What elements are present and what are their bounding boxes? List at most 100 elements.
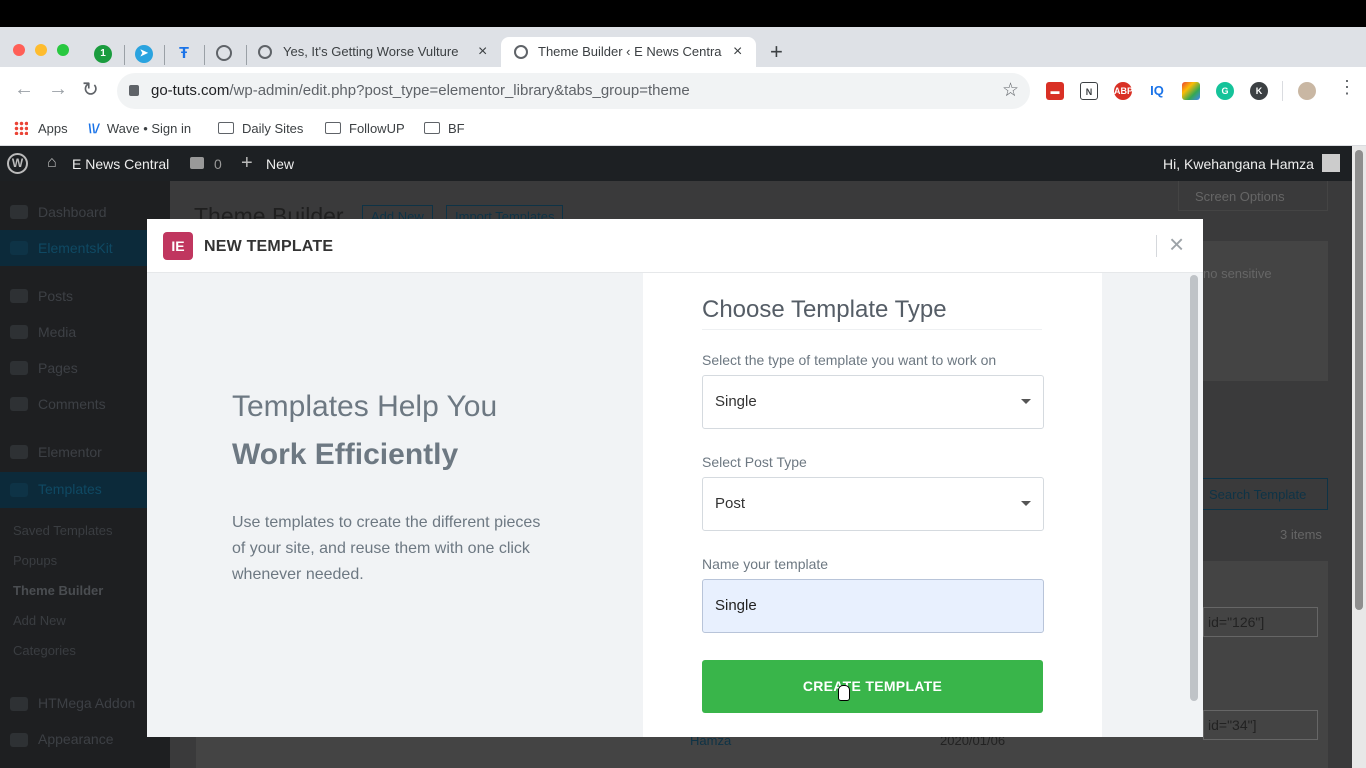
lock-icon [129,85,139,96]
submenu-theme-builder[interactable]: Theme Builder [13,583,103,598]
post-type-label: Select Post Type [702,454,807,470]
bookmark-followup[interactable]: FollowUP [325,120,405,138]
template-type-select[interactable]: Single [702,375,1044,429]
sidebar-item-media[interactable]: Media [38,324,76,340]
shortcode-field-2[interactable]: id="34"] [1203,710,1318,740]
site-name-link[interactable]: E News Central [72,156,169,172]
title-divider [702,329,1042,330]
extension-n-icon[interactable]: N [1080,82,1098,100]
search-template-button[interactable]: Search Template [1198,478,1328,510]
sidebar-item-htmega[interactable]: HTMega Addon [38,695,135,711]
sidebar-item-posts[interactable]: Posts [38,288,73,304]
form-title: Choose Template Type [702,296,947,323]
new-tab-button[interactable]: + [770,37,783,67]
extension-colorful-icon[interactable] [1182,82,1200,100]
sidebar-item-pages[interactable]: Pages [38,360,78,376]
header-divider [1156,235,1157,257]
close-tab-icon[interactable]: × [733,37,742,67]
chevron-down-icon [1021,399,1031,404]
admin-sidebar: Dashboard ElementsKit Posts Media Pages … [0,181,170,768]
extension-iq-icon[interactable]: IQ [1148,82,1166,100]
folder-icon [218,122,234,134]
pinned-tab-telegram-icon[interactable]: ➤ [135,45,153,63]
new-template-modal: IE NEW TEMPLATE × Templates Help You Wor… [147,219,1203,737]
close-tab-icon[interactable]: × [478,37,487,67]
page-scrollbar-thumb[interactable] [1355,150,1363,610]
sidebar-item-templates[interactable]: Templates [38,481,102,497]
extension-k-icon[interactable]: K [1250,82,1268,100]
user-greeting[interactable]: Hi, Kwehangana Hamza [1163,156,1314,172]
bookmark-apps[interactable]: Apps [14,120,68,138]
folder-icon [325,122,341,134]
submenu-categories[interactable]: Categories [13,643,76,658]
submenu-popups[interactable]: Popups [13,553,57,568]
elementor-icon [10,445,28,459]
browser-window: 1 ➤ Ŧ Yes, It's Getting Worse Vulture × … [0,27,1366,146]
comments-count: 0 [214,156,222,172]
forward-arrow-icon[interactable]: → [48,78,68,101]
chrome-menu-icon[interactable]: ⋮ [1338,77,1356,98]
submenu-saved-templates[interactable]: Saved Templates [13,523,113,538]
globe-icon [514,45,528,59]
tab-divider [164,45,165,65]
close-window-button[interactable] [13,44,25,56]
modal-scrollbar[interactable] [1190,275,1198,701]
bookmarks-bar: Apps \\/Wave • Sign in Daily Sites Follo… [0,115,1366,146]
bookmark-bf[interactable]: BF [424,120,465,138]
chevron-down-icon [1021,501,1031,506]
sidebar-item-elementskit[interactable]: ElementsKit [38,240,113,256]
comments-icon [10,397,28,411]
plus-icon[interactable]: + [241,152,253,175]
tab-divider [204,45,205,65]
intro-description: Use templates to create the different pi… [232,514,541,583]
reload-icon[interactable]: ↻ [82,77,99,102]
template-type-value: Single [715,393,757,410]
submenu-add-new[interactable]: Add New [13,613,66,628]
home-icon[interactable]: ⌂ [47,154,57,172]
create-template-button[interactable]: CREATE TEMPLATE [702,660,1043,713]
items-count: 3 items [1280,527,1322,542]
sidebar-item-dashboard[interactable]: Dashboard [38,204,107,220]
hand-cursor-icon [838,685,850,701]
user-avatar[interactable] [1322,154,1340,172]
browser-toolbar: ← → ↻ go-tuts.com/wp-admin/edit.php?post… [0,67,1366,115]
pushpin-icon [10,289,28,303]
bookmark-wave[interactable]: \\/Wave • Sign in [88,120,191,138]
pinned-tab-translate-icon[interactable]: Ŧ [175,45,193,63]
template-form-panel: Choose Template Type Select the type of … [643,273,1102,737]
template-name-input[interactable]: Single [702,579,1044,633]
tab-strip: 1 ➤ Ŧ Yes, It's Getting Worse Vulture × … [0,27,1366,67]
new-content-link[interactable]: New [266,156,294,172]
bookmark-star-icon[interactable]: ☆ [1002,79,1019,102]
screen-options-button[interactable]: Screen Options [1178,181,1328,211]
url-text: go-tuts.com/wp-admin/edit.php?post_type=… [151,82,690,99]
folder-icon [424,122,440,134]
sidebar-item-elementor[interactable]: Elementor [38,444,102,460]
pinned-tab-1password-icon[interactable]: 1 [94,45,112,63]
folder-icon [10,483,28,497]
apps-grid-icon [14,121,28,135]
grammarly-icon[interactable]: G [1216,82,1234,100]
pinned-tab-globe-icon[interactable] [216,45,232,61]
shortcode-field-1[interactable]: id="126"] [1203,607,1318,637]
post-type-value: Post [715,495,746,512]
bookmark-daily-sites[interactable]: Daily Sites [218,120,303,138]
page-scrollbar[interactable] [1352,146,1366,768]
wordpress-logo-icon[interactable]: W [7,153,28,174]
minimize-window-button[interactable] [35,44,47,56]
tab-theme-builder[interactable]: Theme Builder ‹ E News Centra × [501,37,756,67]
comment-icon[interactable] [190,157,204,169]
address-bar[interactable]: go-tuts.com/wp-admin/edit.php?post_type=… [117,73,1030,109]
adblock-icon[interactable]: ABP [1114,82,1133,100]
sidebar-item-comments[interactable]: Comments [38,396,106,412]
extension-red-icon[interactable]: ▬ [1046,82,1064,100]
sidebar-item-appearance[interactable]: Appearance [38,731,114,747]
profile-avatar[interactable] [1298,82,1316,100]
post-type-select[interactable]: Post [702,477,1044,531]
htmega-icon [10,697,28,711]
zoom-window-button[interactable] [57,44,69,56]
back-arrow-icon[interactable]: ← [14,78,34,101]
intro-heading-line2: Work Efficiently [232,438,459,471]
close-modal-icon[interactable]: × [1169,229,1184,260]
tab-vulture[interactable]: Yes, It's Getting Worse Vulture × [252,37,497,67]
